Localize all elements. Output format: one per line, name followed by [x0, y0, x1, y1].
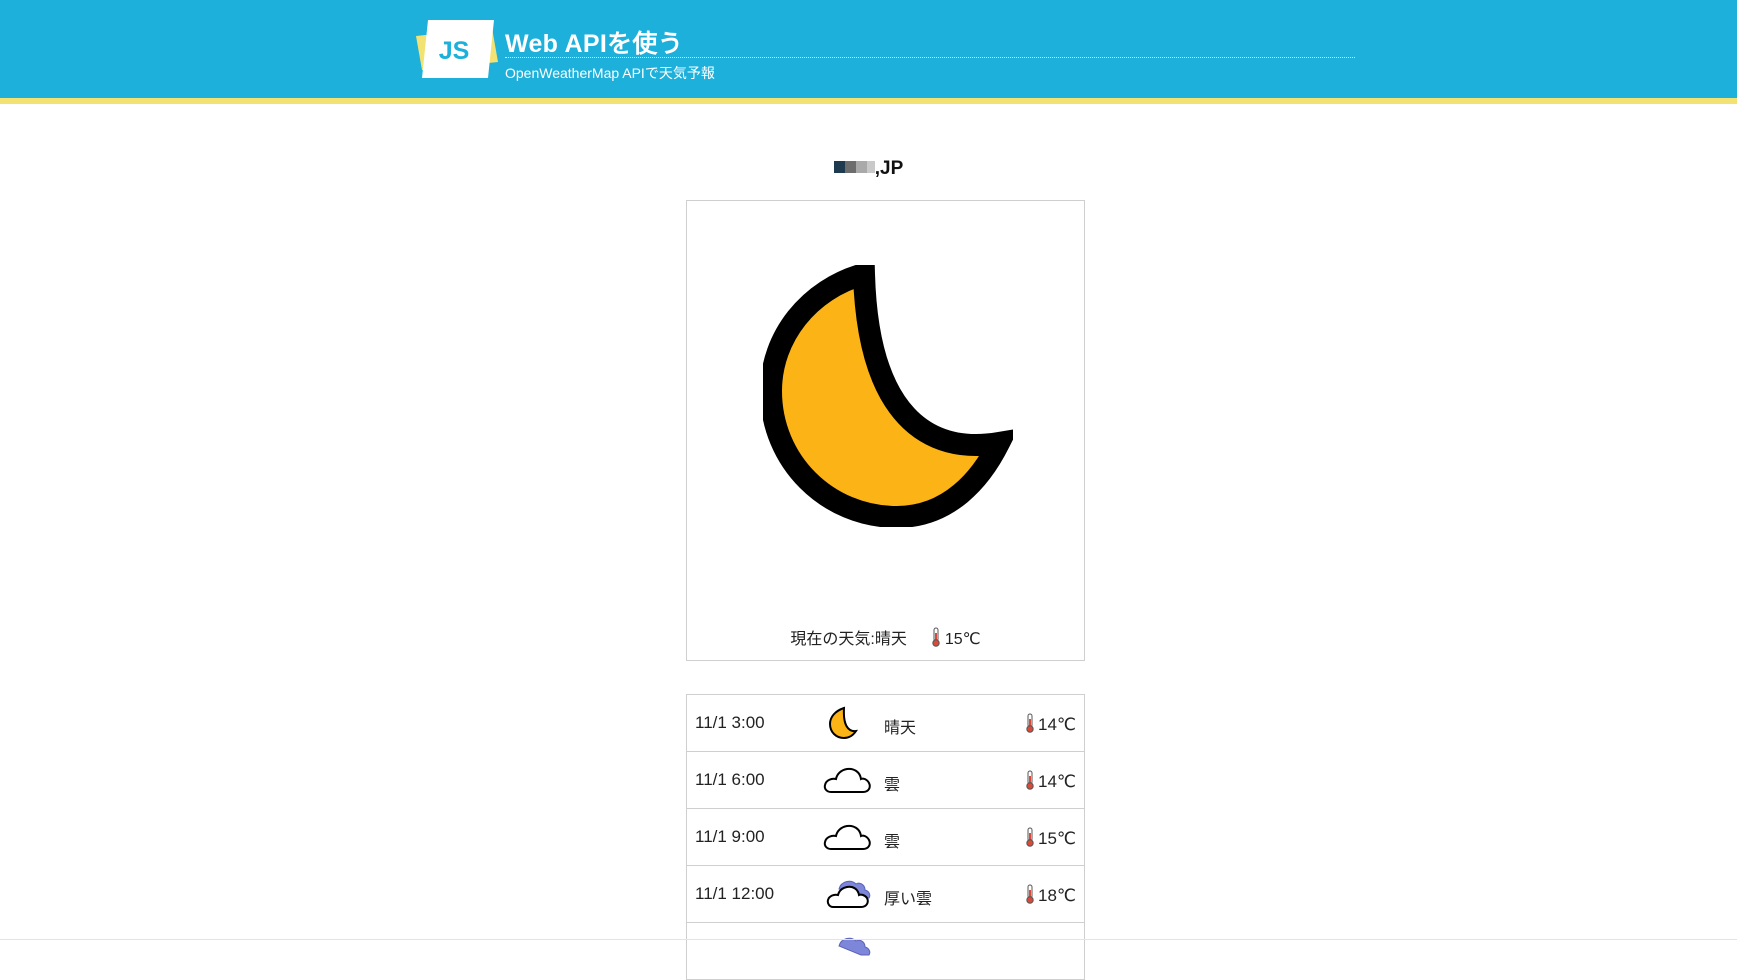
redacted-city-name — [833, 158, 875, 179]
title-divider — [505, 57, 1355, 58]
viewport-bottom-edge — [0, 939, 1737, 940]
forecast-row: 11/1 3:00 晴天 14℃ — [686, 695, 1085, 752]
thermometer-icon — [1026, 884, 1034, 904]
site-title[interactable]: Web APIを使う — [505, 24, 683, 60]
country-code: ,JP — [874, 158, 904, 179]
forecast-time: 11/1 3:00 — [695, 713, 765, 732]
forecast-condition: 厚い雲 — [884, 891, 933, 908]
forecast-list: 11/1 3:00 晴天 14℃ 11/1 6:00 雲 14℃ 11/1 9:… — [686, 694, 1085, 980]
thermometer-icon — [1026, 770, 1034, 790]
forecast-time: 11/1 12:00 — [695, 884, 775, 903]
forecast-temperature-value: 18℃ — [1037, 886, 1076, 905]
forecast-row: 11/1 12:00 厚い雲 18℃ — [686, 866, 1085, 923]
svg-text:JS: JS — [439, 37, 470, 65]
thermometer-icon — [932, 627, 940, 647]
forecast-temperature-value: 15℃ — [1037, 829, 1076, 848]
forecast-temperature: 14℃ — [1025, 713, 1076, 735]
current-temperature: 15℃ — [944, 631, 981, 648]
current-label: 現在の天気: — [790, 631, 875, 648]
forecast-time: 11/1 6:00 — [695, 770, 765, 789]
cloud-icon — [823, 767, 871, 793]
thermometer-icon — [1026, 827, 1034, 847]
site-header: JS Web APIを使う OpenWeatherMap APIで天気予報 — [0, 0, 1737, 98]
forecast-condition: 雲 — [884, 834, 901, 851]
forecast-condition: 晴天 — [884, 720, 917, 737]
forecast-temperature: 14℃ — [1025, 770, 1076, 792]
current-weather-card: 現在の天気:晴天 15℃ — [686, 200, 1085, 661]
forecast-row: 11/1 9:00 雲 15℃ — [686, 809, 1085, 866]
forecast-temperature: 18℃ — [1025, 884, 1076, 906]
city-name: ,JP — [0, 158, 1737, 180]
cloud-icon — [823, 824, 871, 850]
forecast-time: 11/1 9:00 — [695, 827, 765, 846]
current-weather-summary: 現在の天気:晴天 15℃ — [687, 625, 1084, 649]
current-condition: 晴天 — [874, 631, 907, 648]
thick-cloud-icon — [826, 880, 871, 908]
forecast-temperature-value: 14℃ — [1037, 715, 1076, 734]
forecast-condition: 雲 — [884, 777, 901, 794]
forecast-temperature: 15℃ — [1025, 827, 1076, 849]
thermometer-icon — [1026, 713, 1034, 733]
header-accent-stripe — [0, 98, 1737, 104]
forecast-temperature-value: 14℃ — [1037, 772, 1076, 791]
js-logo-icon[interactable]: JS — [414, 18, 498, 80]
crescent-moon-icon — [763, 265, 1013, 527]
forecast-row: 11/1 6:00 雲 14℃ — [686, 752, 1085, 809]
crescent-moon-icon — [828, 706, 859, 740]
forecast-row-partial — [686, 923, 1085, 980]
site-subtitle: OpenWeatherMap APIで天気予報 — [505, 65, 715, 81]
